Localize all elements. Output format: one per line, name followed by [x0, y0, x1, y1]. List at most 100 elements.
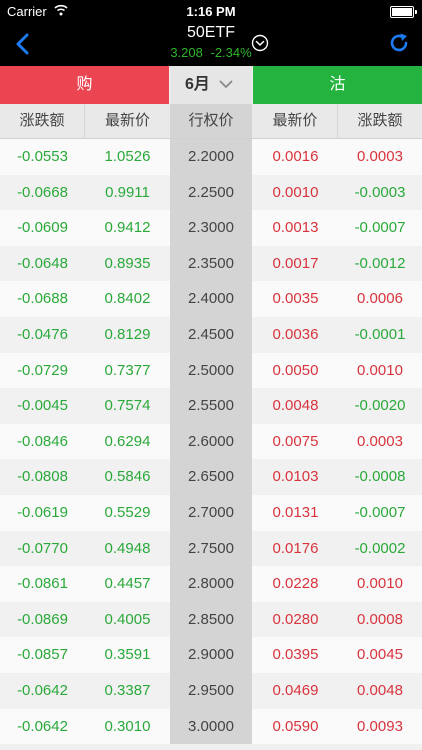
app-screen: Carrier 1:16 PM 50ETF 3.208 -2.34% 购 6月 — [0, 0, 422, 750]
call-price-cell: 0.4457 — [104, 575, 151, 593]
put-change-cell: 0.0006 — [357, 290, 403, 308]
call-price-cell: 0.5529 — [104, 503, 151, 521]
table-row[interactable]: -0.0846 0.6294 2.6000 0.0075 0.0003 — [0, 423, 422, 460]
put-change-cell: 0.0010 — [357, 361, 403, 379]
put-change-cell: -0.0007 — [354, 503, 406, 521]
call-change-cell: -0.0619 — [17, 503, 68, 521]
strike-price-cell: 3.0000 — [170, 708, 252, 745]
call-price-cell: 0.9911 — [105, 183, 150, 201]
strike-price-cell: 2.3500 — [170, 245, 252, 282]
call-change-cell: -0.0688 — [17, 290, 68, 308]
call-change-cell: -0.0476 — [17, 325, 68, 343]
table-row[interactable]: -0.0869 0.4005 2.8500 0.0280 0.0008 — [0, 601, 422, 638]
tab-put[interactable]: 沽 — [253, 66, 422, 104]
put-change-cell: 0.0093 — [357, 717, 403, 735]
call-price-cell: 0.7574 — [104, 397, 151, 415]
put-change-cell: 0.0003 — [357, 432, 403, 450]
strike-price-cell: 2.2000 — [170, 139, 252, 175]
put-change-cell: 0.0045 — [357, 646, 403, 664]
call-change-cell: -0.0668 — [17, 183, 68, 201]
call-price-cell: 0.5846 — [104, 468, 151, 486]
option-chain-table: -0.0553 1.0526 2.2000 0.0016 0.0003 -0.0668 0.… — [0, 139, 422, 745]
table-row[interactable]: -0.0642 0.3010 3.0000 0.0590 0.0093 — [0, 708, 422, 745]
put-change-cell: -0.0002 — [354, 539, 406, 557]
strike-price-cell: 2.6000 — [170, 423, 252, 460]
call-change-cell: -0.0045 — [17, 397, 68, 415]
strike-price-cell: 2.8000 — [170, 566, 252, 602]
strike-price-cell: 2.9000 — [170, 637, 252, 673]
put-price-cell: 0.0280 — [272, 610, 319, 628]
put-change-cell: -0.0020 — [354, 397, 406, 415]
call-price-cell: 0.7377 — [104, 361, 151, 379]
table-row[interactable]: -0.0045 0.7574 2.5500 0.0048 -0.0020 — [0, 388, 422, 424]
call-price-cell: 0.9412 — [104, 219, 151, 237]
put-price-cell: 0.0035 — [272, 290, 319, 308]
call-change-cell: -0.0553 — [17, 148, 68, 165]
call-change-cell: -0.0609 — [17, 219, 68, 237]
strike-price-cell: 2.5000 — [170, 352, 252, 389]
call-change-cell: -0.0846 — [17, 432, 68, 450]
strike-price-cell: 2.7500 — [170, 530, 252, 567]
table-row[interactable]: -0.0609 0.9412 2.3000 0.0013 -0.0007 — [0, 210, 422, 246]
put-price-cell: 0.0131 — [272, 503, 319, 521]
call-price-cell: 0.8935 — [104, 254, 151, 272]
column-header-call-price: 最新价 — [104, 112, 150, 129]
put-price-cell: 0.0016 — [272, 148, 319, 165]
put-price-cell: 0.0395 — [272, 646, 319, 664]
call-change-cell: -0.0861 — [17, 575, 68, 593]
call-price-cell: 0.8402 — [104, 290, 151, 308]
call-price-cell: 0.6294 — [104, 432, 151, 450]
strike-price-cell: 2.2500 — [170, 174, 252, 211]
put-price-cell: 0.0590 — [272, 717, 319, 735]
call-price-cell: 0.4005 — [104, 610, 151, 628]
call-change-cell: -0.0770 — [17, 539, 68, 557]
table-row[interactable]: -0.0770 0.4948 2.7500 0.0176 -0.0002 — [0, 530, 422, 567]
strike-price-cell: 2.9500 — [170, 672, 252, 709]
strike-price-cell: 2.5500 — [170, 388, 252, 424]
month-label: 6月 — [185, 76, 210, 93]
call-price-cell: 0.3591 — [104, 646, 151, 664]
call-price-cell: 0.8129 — [104, 325, 151, 343]
call-price-cell: 0.4948 — [104, 539, 151, 557]
put-price-cell: 0.0017 — [272, 254, 319, 272]
refresh-icon[interactable] — [388, 32, 410, 54]
battery-icon — [390, 6, 417, 18]
page-title: 50ETF — [186, 24, 235, 41]
put-price-cell: 0.0075 — [272, 432, 319, 450]
table-row[interactable]: -0.0642 0.3387 2.9500 0.0469 0.0048 — [0, 672, 422, 709]
nav-bar: 50ETF 3.208 -2.34% — [0, 22, 422, 66]
table-row[interactable]: -0.0668 0.9911 2.2500 0.0010 -0.0003 — [0, 174, 422, 211]
strike-price-cell: 2.6500 — [170, 459, 252, 495]
month-selector[interactable]: 6月 — [170, 66, 252, 104]
put-change-cell: 0.0010 — [357, 575, 403, 593]
put-price-cell: 0.0050 — [272, 361, 319, 379]
call-change-cell: -0.0729 — [17, 361, 68, 379]
underlying-price: 3.208 — [170, 45, 203, 60]
column-header-call-change: 涨跌额 — [0, 104, 85, 138]
put-change-cell: -0.0007 — [354, 219, 406, 237]
table-row[interactable]: -0.0476 0.8129 2.4500 0.0036 -0.0001 — [0, 316, 422, 353]
put-price-cell: 0.0013 — [272, 219, 319, 237]
status-bar: Carrier 1:16 PM — [0, 0, 422, 22]
put-change-cell: 0.0048 — [357, 681, 403, 699]
table-row[interactable]: -0.0688 0.8402 2.4000 0.0035 0.0006 — [0, 281, 422, 317]
table-row[interactable]: -0.0648 0.8935 2.3500 0.0017 -0.0012 — [0, 245, 422, 282]
table-row[interactable]: -0.0861 0.4457 2.8000 0.0228 0.0010 — [0, 566, 422, 602]
column-header-row: 涨跌额 最新价 行权价 最新价 涨跌额 — [0, 104, 422, 139]
table-row[interactable]: -0.0808 0.5846 2.6500 0.0103 -0.0008 — [0, 459, 422, 495]
tab-call[interactable]: 购 — [0, 66, 169, 104]
call-change-cell: -0.0642 — [17, 681, 68, 699]
call-price-cell: 0.3010 — [104, 717, 151, 735]
put-price-cell: 0.0010 — [272, 183, 319, 201]
call-change-cell: -0.0648 — [17, 254, 68, 272]
chevron-down-circle-icon[interactable] — [251, 34, 269, 52]
table-row[interactable]: -0.0857 0.3591 2.9000 0.0395 0.0045 — [0, 637, 422, 673]
column-header-put-change: 涨跌额 — [357, 112, 403, 129]
put-change-cell: -0.0001 — [354, 325, 406, 343]
table-row[interactable]: -0.0553 1.0526 2.2000 0.0016 0.0003 — [0, 139, 422, 175]
table-row[interactable]: -0.0729 0.7377 2.5000 0.0050 0.0010 — [0, 352, 422, 389]
put-price-cell: 0.0176 — [272, 539, 319, 557]
table-row[interactable]: -0.0619 0.5529 2.7000 0.0131 -0.0007 — [0, 494, 422, 531]
strike-price-cell: 2.8500 — [170, 601, 252, 638]
put-price-cell: 0.0228 — [272, 575, 319, 593]
